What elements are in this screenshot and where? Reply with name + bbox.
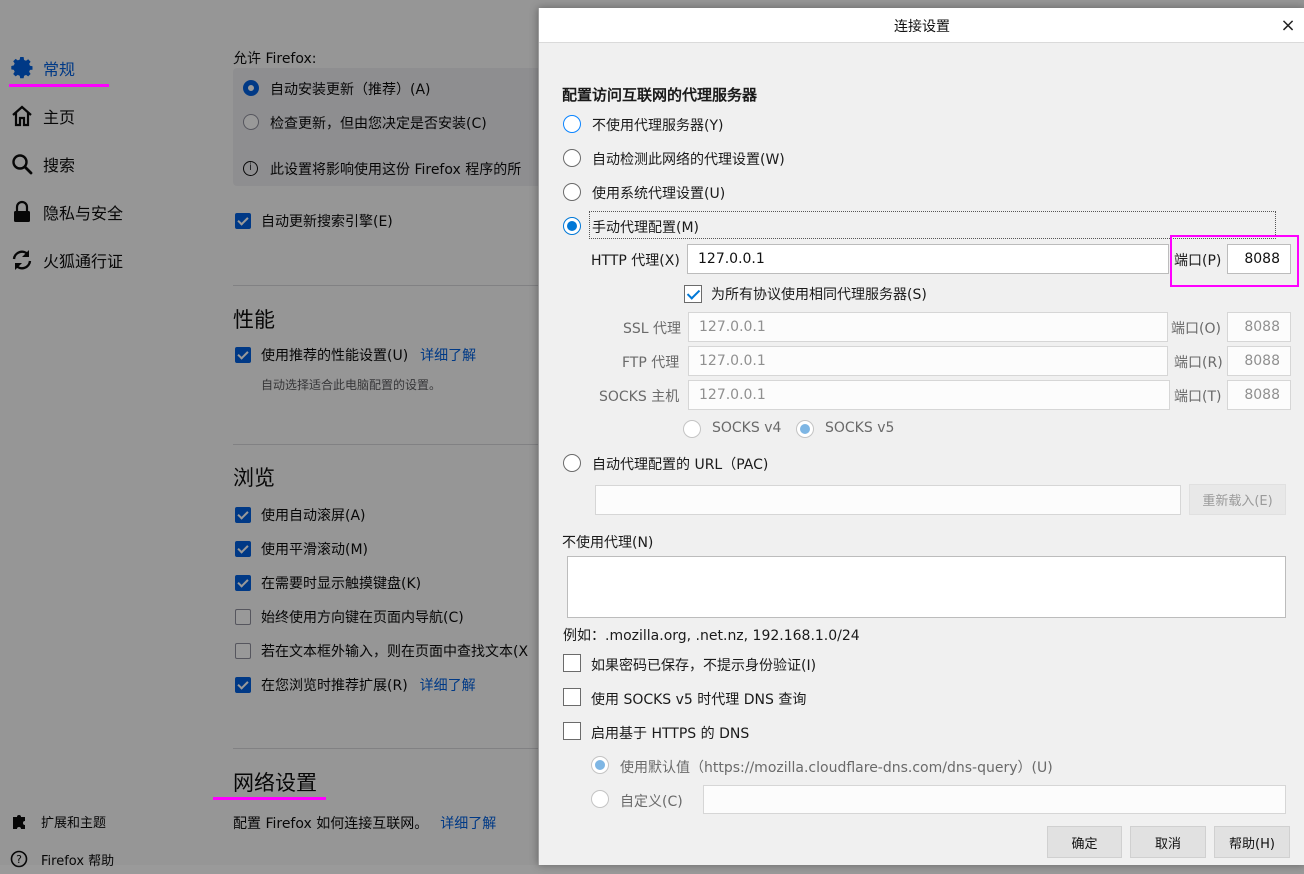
socks-v4-radio[interactable] (683, 420, 701, 438)
dns-custom-radio[interactable] (591, 790, 609, 808)
port-highlight-box (1170, 235, 1299, 287)
socks-v4-label: SOCKS v4 (712, 420, 782, 436)
dns-custom-input[interactable] (703, 785, 1286, 814)
ftp-proxy-label: FTP 代理 (622, 355, 680, 371)
reload-button[interactable]: 重新载入(E) (1189, 484, 1286, 515)
no-proxy-for-label: 不使用代理(N) (562, 535, 654, 551)
dns-default-radio[interactable] (591, 756, 609, 774)
ssl-port-input[interactable]: 8088 (1227, 312, 1291, 342)
dialog-title: 连接设置 (894, 19, 950, 35)
no-proxy-radio[interactable] (563, 115, 581, 133)
pac-radio[interactable] (563, 454, 581, 472)
system-proxy-label: 使用系统代理设置(U) (592, 186, 726, 202)
manual-proxy-radio[interactable] (563, 217, 581, 235)
same-proxy-checkbox[interactable] (684, 285, 702, 303)
highlight-underline-general-top (9, 84, 109, 87)
cancel-button[interactable]: 取消 (1130, 826, 1206, 858)
socks-port-label: 端口(T) (1174, 389, 1222, 405)
system-proxy-radio[interactable] (563, 183, 581, 201)
socks-v5-radio[interactable] (796, 420, 814, 438)
no-proxy-label: 不使用代理服务器(Y) (592, 118, 724, 134)
auto-detect-radio[interactable] (563, 149, 581, 167)
socks-dns-checkbox[interactable] (563, 688, 581, 706)
socks-host-label: SOCKS 主机 (599, 389, 680, 405)
ssl-proxy-label: SSL 代理 (623, 321, 682, 337)
no-proxy-example: 例如：.mozilla.org, .net.nz, 192.168.1.0/24 (563, 628, 860, 644)
dialog-titlebar: 连接设置 × (539, 8, 1304, 43)
ssl-proxy-input[interactable]: 127.0.0.1 (688, 312, 1168, 342)
manual-proxy-label: 手动代理配置(M) (592, 220, 700, 236)
https-dns-checkbox[interactable] (563, 722, 581, 740)
no-proxy-for-textarea[interactable] (567, 556, 1286, 618)
auto-detect-label: 自动检测此网络的代理设置(W) (592, 152, 785, 168)
close-icon: × (1280, 14, 1296, 36)
pac-url-input[interactable] (595, 485, 1181, 515)
dns-custom-label: 自定义(C) (620, 794, 683, 810)
socks-dns-label: 使用 SOCKS v5 时代理 DNS 查询 (591, 692, 807, 708)
http-proxy-input[interactable]: 127.0.0.1 (687, 244, 1169, 274)
proxy-heading: 配置访问互联网的代理服务器 (562, 86, 758, 104)
https-dns-label: 启用基于 HTTPS 的 DNS (591, 726, 750, 742)
no-auth-prompt-checkbox[interactable] (563, 654, 581, 672)
socks-port-input[interactable]: 8088 (1227, 380, 1291, 410)
http-proxy-label: HTTP 代理(X) (591, 253, 680, 269)
connection-settings-dialog: 连接设置 × 配置访问互联网的代理服务器 不使用代理服务器(Y) 自动检测此网络… (538, 8, 1304, 865)
ok-button[interactable]: 确定 (1047, 826, 1122, 858)
no-auth-prompt-label: 如果密码已保存，不提示身份验证(I) (591, 658, 817, 674)
ftp-proxy-input[interactable]: 127.0.0.1 (688, 346, 1168, 376)
same-proxy-label: 为所有协议使用相同代理服务器(S) (711, 287, 927, 303)
ftp-port-label: 端口(R) (1174, 355, 1223, 371)
dns-default-label: 使用默认值（https://mozilla.cloudflare-dns.com… (620, 760, 1053, 776)
socks-v5-label: SOCKS v5 (825, 420, 895, 436)
ftp-port-input[interactable]: 8088 (1227, 346, 1291, 376)
pac-label: 自动代理配置的 URL（PAC) (592, 457, 769, 473)
close-button[interactable]: × (1275, 12, 1301, 38)
help-button[interactable]: 帮助(H) (1214, 826, 1290, 858)
ssl-port-label: 端口(O) (1171, 321, 1221, 337)
socks-host-input[interactable]: 127.0.0.1 (688, 380, 1170, 410)
highlight-underline-network-top (213, 797, 326, 800)
